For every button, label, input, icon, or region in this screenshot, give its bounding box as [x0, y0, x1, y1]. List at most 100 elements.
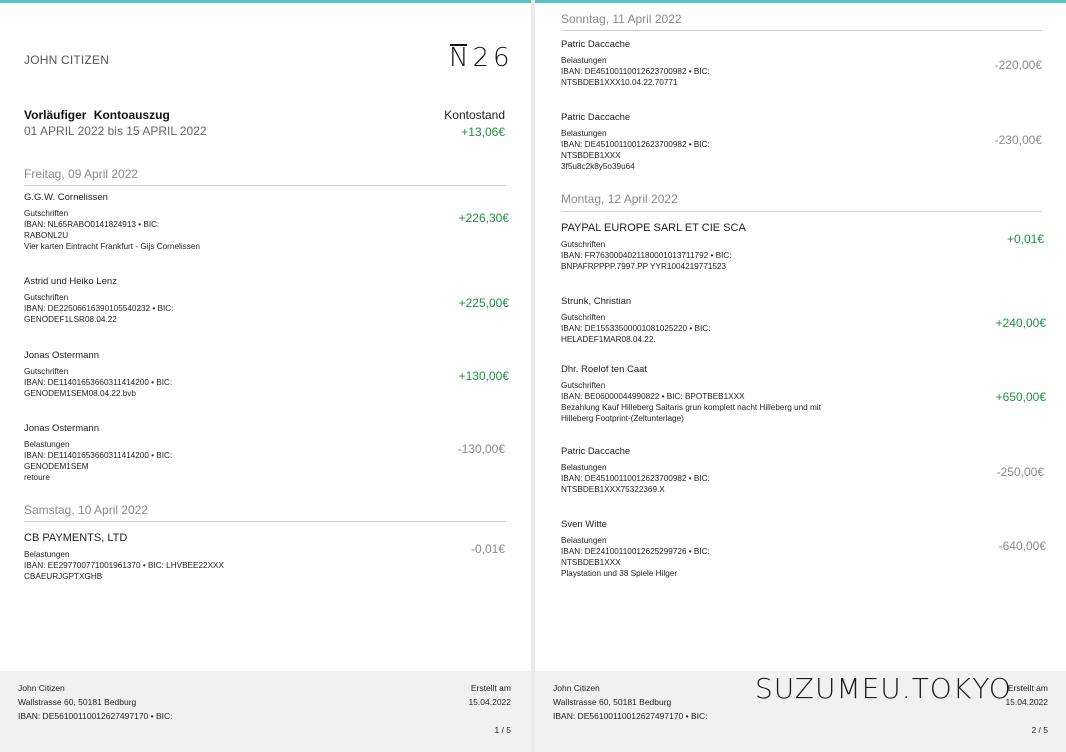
transaction-type: Gutschriften	[561, 381, 606, 390]
transaction-detail: HELADEF1MAR08.04.22.	[561, 335, 656, 344]
transaction-detail: IBAN: DE24100110012625299726 • BIC:	[561, 547, 710, 556]
transaction-detail: Hilleberg Footprint-(Zeltunterlage)	[561, 414, 684, 423]
divider	[561, 211, 1042, 212]
transaction-entry: CB PAYMENTS, LTD Belastungen IBAN: EE297…	[24, 532, 224, 582]
transaction-detail: Playstation und 38 Spiele Hilger	[561, 569, 678, 578]
account-holder-name: JOHN CITIZEN	[24, 53, 110, 67]
transaction-entry: Jonas Ostermann Belastungen IBAN: DE1140…	[24, 423, 172, 483]
statement-page-2: Sonntag, 11 April 2022 Patric Daccache B…	[535, 0, 1066, 752]
transaction-counterparty: CB PAYMENTS, LTD	[24, 532, 128, 544]
divider	[24, 521, 506, 522]
transaction-amount: -230,00€	[994, 133, 1042, 147]
transaction-amount: +130,00€	[458, 369, 509, 383]
transaction-type: Gutschriften	[24, 367, 69, 376]
transaction-counterparty: Jonas Ostermann	[24, 423, 99, 434]
transaction-detail: IBAN: DE15533500001081025220 • BIC:	[561, 324, 711, 333]
divider	[24, 185, 506, 186]
footer-created-label: Erstellt am	[470, 683, 511, 693]
transaction-counterparty: PAYPAL EUROPE SARL ET CIE SCA	[561, 222, 746, 234]
transaction-type: Gutschriften	[24, 209, 69, 218]
watermark-text: SUZUMEU.TOKYO	[755, 672, 1012, 705]
day-header: Freitag, 09 April 2022	[24, 167, 139, 181]
statement-date-range: 01 APRIL 2022 bis 15 APRIL 2022	[24, 124, 207, 138]
transaction-detail: IBAN: NL65RABO0141824913 • BIC:	[24, 220, 160, 229]
transaction-detail: GENODEM1SEM	[24, 462, 89, 471]
transaction-amount: -640,00€	[998, 539, 1046, 553]
footer-iban: IBAN: DE56100110012627497170 • BIC:	[18, 711, 173, 721]
transaction-detail: Vier karten Eintracht Frankfurt - Gijs C…	[24, 242, 200, 251]
transaction-detail: CBAEURJGPTXGHB	[24, 572, 103, 581]
statement-page-1: JOHN CITIZEN N26 Vorläufiger Kontoauszug…	[0, 0, 531, 752]
footer-iban: IBAN: DE56100110012627497170 • BIC:	[553, 711, 708, 721]
page-footer: John Citizen Wallstrasse 60, 50181 Bedbu…	[0, 671, 531, 752]
balance-label: Kontostand	[444, 108, 505, 122]
day-header: Montag, 12 April 2022	[561, 192, 678, 206]
transaction-entry: Astrid und Heiko Lenz Gutschriften IBAN:…	[24, 276, 173, 325]
transaction-type: Belastungen	[561, 463, 607, 472]
transaction-detail: IBAN: DE45100110012623700982 • BIC:	[561, 474, 710, 483]
transaction-entry: Patric Daccache Belastungen IBAN: DE4510…	[561, 112, 710, 172]
transaction-detail: BNPAFRPPPP.7997.PP YYR1004219771523	[561, 262, 727, 271]
transaction-detail: Bezahlung Kauf Hilleberg Saitaris grun k…	[561, 403, 821, 412]
transaction-amount: -220,00€	[994, 58, 1042, 72]
transaction-type: Belastungen	[561, 129, 607, 138]
footer-created-date: 15.04.2022	[1005, 697, 1048, 707]
transaction-counterparty: Patric Daccache	[561, 39, 631, 50]
day-header: Sonntag, 11 April 2022	[561, 12, 682, 26]
transaction-type: Belastungen	[24, 440, 70, 449]
transaction-counterparty: Sven Witte	[561, 519, 607, 530]
n26-logo: N26	[449, 43, 514, 73]
transaction-amount: +0,01€	[1006, 232, 1044, 246]
transaction-detail: 3f5u8c2k8y5o39u64	[561, 162, 635, 171]
transaction-detail: RABONL2U	[24, 231, 69, 240]
transaction-entry: Patric Daccache Belastungen IBAN: DE4510…	[561, 39, 710, 88]
page-number: 1 / 5	[494, 725, 511, 735]
transaction-detail: NTSBDEB1XXX	[561, 558, 621, 567]
transaction-type: Gutschriften	[24, 293, 69, 302]
transaction-detail: NTSBDEB1XXX10.04.22.70771	[561, 78, 678, 87]
transaction-detail: NTSBDEB1XXX	[561, 151, 621, 160]
footer-address: Wallstrasse 60, 50181 Bedburg	[18, 697, 137, 707]
transaction-detail: GENODEM1SEM08.04.22.bvb	[24, 389, 136, 398]
transaction-counterparty: Patric Daccache	[561, 446, 631, 457]
transaction-counterparty: Jonas Ostermann	[24, 350, 99, 361]
transaction-detail: IBAN: DE45100110012623700982 • BIC:	[561, 140, 710, 149]
transaction-entry: G.G.W. Cornelissen Gutschriften IBAN: NL…	[24, 192, 200, 252]
transaction-counterparty: Astrid und Heiko Lenz	[24, 276, 117, 287]
transaction-detail: IBAN: FR7630004021180001013711792 • BIC:	[561, 251, 732, 260]
transaction-detail: GENODEF1LSR08.04.22	[24, 315, 117, 324]
transaction-amount: -0,01€	[470, 542, 505, 556]
divider	[561, 30, 1042, 31]
transaction-amount: +240,00€	[995, 316, 1046, 330]
transaction-amount: -130,00€	[457, 442, 505, 456]
transaction-amount: -250,00€	[996, 465, 1044, 479]
transaction-amount: +226,30€	[458, 211, 509, 225]
transaction-counterparty: Strunk, Christian	[561, 296, 632, 307]
footer-name: John Citizen	[18, 683, 65, 693]
day-header: Samstag, 10 April 2022	[24, 503, 149, 517]
balance-value: +13,06€	[461, 125, 505, 139]
transaction-detail: IBAN: DE11401653660311414200 • BIC:	[24, 451, 173, 460]
transaction-detail: IBAN: EE297700771001961370 • BIC: LHVBEE…	[24, 561, 224, 570]
transaction-counterparty: Patric Daccache	[561, 112, 631, 123]
transaction-counterparty: Dhr. Roelof ten Caat	[561, 364, 648, 375]
footer-created-date: 15.04.2022	[468, 697, 511, 707]
transaction-amount: +225,00€	[458, 296, 509, 310]
transaction-detail: retoure	[24, 473, 50, 482]
transaction-type: Belastungen	[561, 56, 607, 65]
transaction-counterparty: G.G.W. Cornelissen	[24, 192, 108, 203]
footer-name: John Citizen	[553, 683, 600, 693]
transaction-detail: IBAN: DE22506616390105540232 • BIC:	[24, 304, 174, 313]
transaction-amount: +650,00€	[995, 390, 1046, 404]
transaction-type: Gutschriften	[561, 240, 606, 249]
transaction-entry: Strunk, Christian Gutschriften IBAN: DE1…	[561, 296, 710, 345]
page-number: 2 / 5	[1031, 725, 1048, 735]
footer-address: Wallstrasse 60, 50181 Bedburg	[553, 697, 672, 707]
transaction-entry: Jonas Ostermann Gutschriften IBAN: DE114…	[24, 350, 172, 399]
transaction-detail: NTSBDEB1XXX75322369.X	[561, 485, 665, 494]
transaction-detail: IBAN: BE06000044990822 • BIC: BPOTBEB1XX…	[561, 392, 745, 401]
transaction-detail: IBAN: DE45100110012623700982 • BIC:	[561, 67, 710, 76]
transaction-type: Belastungen	[24, 550, 70, 559]
transaction-type: Belastungen	[561, 536, 607, 545]
transaction-entry: PAYPAL EUROPE SARL ET CIE SCA Gutschrift…	[561, 222, 746, 272]
